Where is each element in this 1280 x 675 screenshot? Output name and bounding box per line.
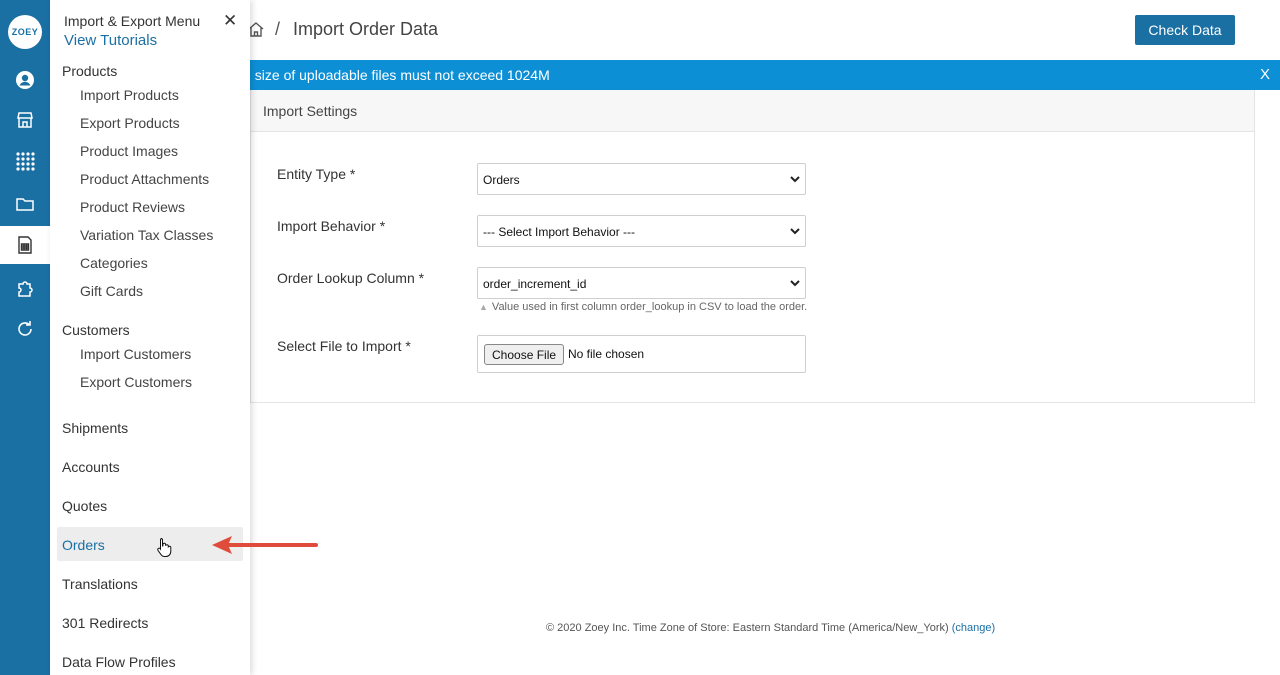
refresh-icon[interactable]	[0, 310, 50, 348]
menu-item-import-customers[interactable]: Import Customers	[80, 346, 191, 362]
entity-type-value: Orders	[483, 173, 520, 187]
timezone-change-link[interactable]: (change)	[952, 622, 995, 634]
menu-item-translations[interactable]: Translations	[62, 576, 138, 592]
footer: © 2020 Zoey Inc. Time Zone of Store: Eas…	[546, 622, 995, 634]
page-title: Import Order Data	[293, 19, 439, 39]
puzzle-icon[interactable]	[0, 269, 50, 307]
footer-text: © 2020 Zoey Inc. Time Zone of Store: Eas…	[546, 622, 949, 634]
panel-title: Import Settings	[263, 103, 358, 119]
file-status: No file chosen	[568, 347, 645, 361]
order-lookup-hint: ▲ Value used in first column order_lookup…	[479, 301, 807, 313]
view-tutorials-link[interactable]: View Tutorials	[64, 32, 157, 49]
icon-rail: ZOEY	[0, 0, 50, 675]
menu-item-product-attachments[interactable]: Product Attachments	[80, 171, 209, 187]
chevron-down-icon	[790, 176, 800, 183]
file-input[interactable]: Choose File No file chosen	[477, 335, 806, 373]
hand-cursor-icon	[157, 538, 172, 557]
order-lookup-value: order_increment_id	[483, 277, 587, 291]
menu-item-variation-tax-classes[interactable]: Variation Tax Classes	[80, 227, 213, 243]
menu-item-product-images[interactable]: Product Images	[80, 143, 178, 159]
import-behavior-value: --- Select Import Behavior ---	[483, 225, 636, 239]
chevron-down-icon	[790, 280, 800, 287]
menu-item-shipments[interactable]: Shipments	[62, 420, 128, 436]
import-behavior-select[interactable]: --- Select Import Behavior ---	[477, 215, 806, 247]
red-arrow-icon	[212, 536, 318, 554]
menu-heading-products: Products	[62, 63, 118, 79]
import-behavior-label: Import Behavior *	[277, 218, 386, 234]
account-icon[interactable]	[0, 61, 50, 99]
breadcrumb-separator: /	[275, 19, 281, 39]
menu-item-gift-cards[interactable]: Gift Cards	[80, 283, 143, 299]
entity-type-label: Entity Type *	[277, 166, 356, 182]
file-import-label: Select File to Import *	[277, 338, 411, 354]
apps-icon[interactable]	[0, 142, 50, 180]
spreadsheet-icon[interactable]	[0, 226, 50, 264]
menu-item-product-reviews[interactable]: Product Reviews	[80, 199, 185, 215]
store-icon[interactable]	[0, 101, 50, 139]
hint-triangle-icon: ▲	[479, 302, 488, 312]
menu-item-export-products[interactable]: Export Products	[80, 115, 180, 131]
zoey-logo[interactable]: ZOEY	[8, 15, 42, 49]
menu-close-button[interactable]: ✕	[223, 11, 237, 31]
order-lookup-select[interactable]: order_increment_id	[477, 267, 806, 299]
notice-close-button[interactable]: X	[1260, 66, 1270, 83]
notice-text: al size of uploadable files must not exc…	[240, 67, 550, 83]
chevron-down-icon	[790, 228, 800, 235]
order-lookup-label: Order Lookup Column *	[277, 270, 425, 286]
hint-text: Value used in first column order_lookup …	[491, 301, 808, 313]
panel-header: Import Settings	[251, 90, 1254, 132]
menu-heading-customers: Customers	[62, 322, 130, 338]
menu-item-categories[interactable]: Categories	[80, 255, 148, 271]
entity-type-select[interactable]: Orders	[477, 163, 806, 195]
upload-size-notice: al size of uploadable files must not exc…	[240, 60, 1280, 90]
menu-item-accounts[interactable]: Accounts	[62, 459, 120, 475]
folder-icon[interactable]	[0, 185, 50, 223]
import-export-menu: Import & Export Menu ✕ View Tutorials Pr…	[50, 0, 250, 675]
menu-item-quotes[interactable]: Quotes	[62, 498, 107, 514]
choose-file-button[interactable]: Choose File	[484, 344, 565, 365]
menu-item-export-customers[interactable]: Export Customers	[80, 374, 192, 390]
menu-item-301-redirects[interactable]: 301 Redirects	[62, 615, 148, 631]
menu-item-data-flow-profiles[interactable]: Data Flow Profiles	[62, 654, 176, 670]
menu-title: Import & Export Menu	[64, 13, 201, 29]
menu-item-orders[interactable]: Orders	[62, 537, 105, 553]
check-data-button[interactable]: Check Data	[1135, 15, 1235, 45]
menu-item-import-products[interactable]: Import Products	[80, 87, 179, 103]
